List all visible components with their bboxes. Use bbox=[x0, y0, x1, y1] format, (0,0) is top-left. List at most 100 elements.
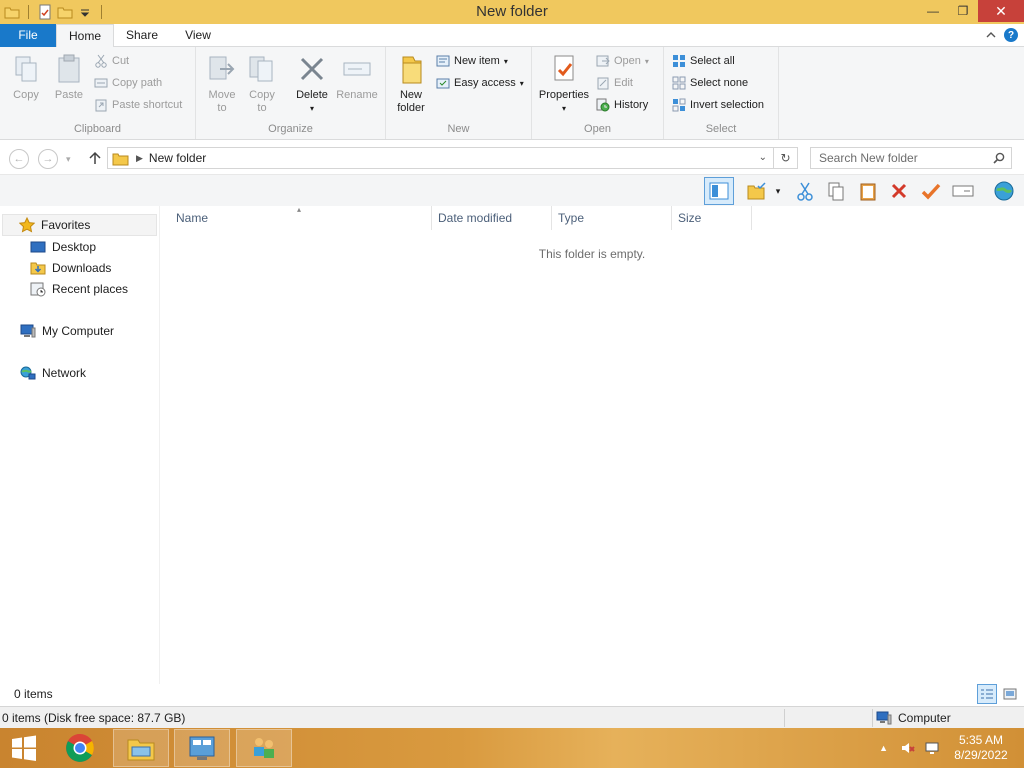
column-date-modified-label: Date modified bbox=[438, 211, 513, 225]
taskbar-chrome[interactable] bbox=[52, 729, 108, 767]
copy-to-button[interactable]: Copy to bbox=[244, 53, 280, 115]
new-folder-button[interactable]: New folder bbox=[392, 53, 430, 115]
refresh-button[interactable]: ↻ bbox=[774, 147, 798, 169]
rename-label: Rename bbox=[336, 89, 378, 101]
new-item-button[interactable]: New item ▾ bbox=[436, 54, 508, 68]
close-button[interactable]: ✕ bbox=[978, 0, 1024, 22]
tab-home[interactable]: Home bbox=[56, 24, 114, 48]
select-all-button[interactable]: Select all bbox=[672, 54, 735, 68]
nav-my-computer[interactable]: My Computer bbox=[20, 323, 114, 339]
open-icon bbox=[596, 55, 610, 67]
window-controls: — ❐ ✕ bbox=[918, 0, 1024, 22]
expand-ribbon-icon[interactable] bbox=[986, 28, 996, 42]
column-size-label: Size bbox=[678, 211, 702, 225]
copy-toolbar-button[interactable] bbox=[823, 179, 849, 203]
column-header-date-modified[interactable]: Date modified bbox=[432, 206, 552, 230]
column-header-name[interactable]: Name bbox=[170, 206, 432, 230]
copy-path-icon bbox=[94, 78, 108, 88]
tab-file[interactable]: File bbox=[0, 24, 56, 47]
invert-selection-button[interactable]: Invert selection bbox=[672, 98, 764, 112]
open-label: Open bbox=[614, 55, 641, 67]
rename-toolbar-button[interactable] bbox=[950, 179, 976, 203]
file-list[interactable]: ▴ Name Date modified Type Size This fold… bbox=[160, 205, 1024, 684]
nav-downloads[interactable]: Downloads bbox=[30, 260, 111, 276]
minimize-button[interactable]: — bbox=[918, 0, 948, 22]
properties-toolbar-button[interactable] bbox=[918, 179, 944, 203]
taskbar-control-panel[interactable] bbox=[174, 729, 230, 767]
breadcrumb-current[interactable]: New folder bbox=[149, 151, 206, 165]
new-folder-toolbar-button[interactable] bbox=[744, 179, 770, 203]
paste-button[interactable]: Paste bbox=[50, 53, 88, 102]
column-type-label: Type bbox=[558, 211, 585, 225]
paste-shortcut-icon bbox=[95, 99, 107, 112]
cut-toolbar-button[interactable] bbox=[792, 179, 818, 203]
network-toolbar-button[interactable] bbox=[990, 179, 1018, 203]
back-button[interactable]: ← bbox=[9, 149, 29, 169]
open-button[interactable]: Open ▾ bbox=[596, 54, 649, 68]
up-button[interactable] bbox=[88, 151, 102, 168]
address-bar[interactable]: ▶ New folder ⌄ bbox=[107, 147, 774, 169]
copy-icon bbox=[15, 56, 37, 82]
nav-desktop[interactable]: Desktop bbox=[30, 239, 96, 255]
tab-share[interactable]: Share bbox=[118, 24, 166, 47]
copy-button[interactable]: Copy bbox=[8, 53, 44, 102]
clock-time: 5:35 AM bbox=[958, 733, 1004, 747]
help-icon[interactable]: ? bbox=[1004, 28, 1018, 42]
taskbar-network-app[interactable] bbox=[236, 729, 292, 767]
new-group: New folder New item ▾ Easy access ▾ New bbox=[386, 47, 532, 139]
paste-toolbar-button[interactable] bbox=[855, 179, 881, 203]
delete-button[interactable]: Delete ▾ bbox=[292, 53, 332, 115]
search-input[interactable]: Search New folder bbox=[819, 151, 918, 165]
show-hidden-icons-button[interactable]: ▲ bbox=[879, 743, 888, 753]
new-folder-icon bbox=[402, 56, 422, 84]
history-icon bbox=[596, 98, 610, 112]
breadcrumb-chevron-icon[interactable]: ▶ bbox=[136, 153, 143, 164]
toolbar-dropdown[interactable]: ▾ bbox=[770, 179, 786, 203]
select-none-button[interactable]: Select none bbox=[672, 76, 748, 90]
clipboard-group: Copy Paste Cut Copy path Paste shortcut … bbox=[0, 47, 196, 139]
properties-icon[interactable] bbox=[37, 4, 53, 20]
folder-check-icon bbox=[747, 182, 766, 200]
cut-button[interactable]: Cut bbox=[94, 54, 129, 68]
nav-recent-places[interactable]: Recent places bbox=[30, 281, 128, 297]
folder-icon[interactable] bbox=[4, 4, 20, 20]
properties-button[interactable]: Properties ▾ bbox=[536, 53, 592, 115]
easy-access-button[interactable]: Easy access ▾ bbox=[436, 76, 524, 90]
network-status-icon[interactable] bbox=[924, 740, 940, 756]
edit-button[interactable]: Edit bbox=[596, 76, 633, 90]
column-header-type[interactable]: Type bbox=[552, 206, 672, 230]
taskbar-file-explorer[interactable] bbox=[113, 729, 169, 767]
copy-to-label-1: Copy bbox=[249, 89, 275, 101]
delete-toolbar-button[interactable] bbox=[886, 179, 912, 203]
move-to-label-1: Move bbox=[208, 89, 236, 101]
taskbar-clock[interactable]: 5:35 AM 8/29/2022 bbox=[948, 733, 1014, 763]
customize-dropdown-icon[interactable] bbox=[77, 4, 93, 20]
select-none-label: Select none bbox=[690, 77, 749, 89]
move-to-button[interactable]: Move to bbox=[204, 53, 240, 115]
status-bar: 0 items bbox=[0, 684, 1024, 706]
tab-view[interactable]: View bbox=[174, 24, 222, 47]
nav-favorites[interactable]: Favorites bbox=[2, 214, 157, 236]
edit-icon bbox=[597, 77, 609, 90]
large-icons-view-button[interactable] bbox=[1000, 684, 1020, 704]
new-folder-icon[interactable] bbox=[57, 4, 73, 20]
preview-pane-button[interactable] bbox=[704, 177, 734, 205]
taskbar: ▲ 5:35 AM 8/29/2022 bbox=[0, 728, 1024, 768]
forward-button[interactable]: → bbox=[38, 149, 58, 169]
details-view-button[interactable] bbox=[977, 684, 997, 704]
start-button[interactable] bbox=[0, 729, 48, 767]
chrome-icon bbox=[66, 734, 94, 762]
paste-shortcut-button[interactable]: Paste shortcut bbox=[94, 98, 182, 112]
rename-button[interactable]: Rename bbox=[334, 53, 380, 102]
nav-favorites-label: Favorites bbox=[41, 218, 91, 232]
history-button[interactable]: History bbox=[596, 98, 648, 112]
column-header-size[interactable]: Size bbox=[672, 206, 752, 230]
address-dropdown-icon[interactable]: ⌄ bbox=[759, 152, 767, 163]
restore-button[interactable]: ❐ bbox=[948, 0, 978, 22]
recent-locations-dropdown[interactable]: ▾ bbox=[66, 154, 71, 165]
copy-path-button[interactable]: Copy path bbox=[94, 76, 162, 90]
title-bar: New folder — ❐ ✕ bbox=[0, 0, 1024, 24]
search-box[interactable]: Search New folder bbox=[810, 147, 1012, 169]
nav-network[interactable]: Network bbox=[20, 365, 86, 381]
volume-muted-icon[interactable] bbox=[900, 740, 916, 756]
